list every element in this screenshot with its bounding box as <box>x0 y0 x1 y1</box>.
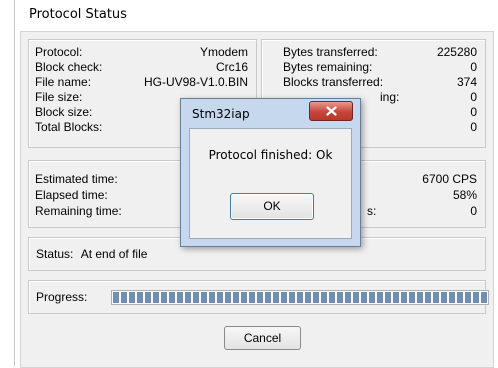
bytes-remaining-value: 0 <box>470 60 477 74</box>
file-name-label: File name: <box>35 75 92 89</box>
bytes-remaining-label: Bytes remaining: <box>283 60 373 74</box>
remaining-time-label: Remaining time: <box>35 204 122 218</box>
bytes-transferred-label: Bytes transferred: <box>283 45 378 59</box>
blocks-remaining-value: 0 <box>470 90 477 104</box>
bytes-transferred-row: Bytes transferred: 225280 <box>283 45 477 59</box>
progress-bar <box>111 290 489 305</box>
elapsed-time-label: Elapsed time: <box>35 188 108 202</box>
progress-bar-fill <box>113 292 487 303</box>
bytes-remaining-row: Bytes remaining: 0 <box>283 60 477 74</box>
file-name-row: File name: HG-UV98-V1.0.BIN <box>35 75 248 89</box>
dialog-body: Protocol finished: Ok OK <box>189 128 352 239</box>
block-check-row: Block check: Crc16 <box>35 60 248 74</box>
status-row: Status: At end of file <box>36 247 147 261</box>
dialog-ok-button[interactable]: OK <box>230 193 314 220</box>
file-size-label: File size: <box>35 90 83 104</box>
total-blocks-label: Total Blocks: <box>35 120 103 134</box>
efficiency-value: 58% <box>452 188 477 202</box>
throughput-value: 6700 CPS <box>422 172 477 186</box>
errors-label: s: <box>367 204 377 218</box>
close-icon <box>325 106 337 116</box>
progress-group: Progress: <box>28 280 489 314</box>
file-name-value: HG-UV98-V1.0.BIN <box>143 75 248 89</box>
protocol-value: Ymodem <box>199 45 248 59</box>
dialog-message: Protocol finished: Ok <box>208 148 333 162</box>
right-row-5-value: 0 <box>470 105 477 119</box>
block-check-value: Crc16 <box>215 60 248 74</box>
block-size-label: Block size: <box>35 105 93 119</box>
dialog-close-button[interactable] <box>309 101 353 121</box>
errors-value: 0 <box>470 204 477 218</box>
blocks-transferred-value: 374 <box>456 75 477 89</box>
status-label: Status: <box>36 247 74 261</box>
block-check-label: Block check: <box>35 60 103 74</box>
cancel-button[interactable]: Cancel <box>224 326 301 350</box>
protocol-row: Protocol: Ymodem <box>35 45 248 59</box>
protocol-label: Protocol: <box>35 45 83 59</box>
window-title: Protocol Status <box>29 7 127 22</box>
bytes-transferred-value: 225280 <box>436 45 477 59</box>
right-row-6-value: 0 <box>470 120 477 134</box>
blocks-transferred-label: Blocks transferred: <box>283 75 384 89</box>
blocks-remaining-label: ing: <box>380 90 400 104</box>
progress-label: Progress: <box>36 290 88 304</box>
completion-dialog: Stm32iap Protocol finished: Ok OK <box>180 98 361 247</box>
blocks-transferred-row: Blocks transferred: 374 <box>283 75 477 89</box>
estimated-time-label: Estimated time: <box>35 172 118 186</box>
status-value: At end of file <box>80 247 148 261</box>
dialog-title: Stm32iap <box>192 107 250 121</box>
